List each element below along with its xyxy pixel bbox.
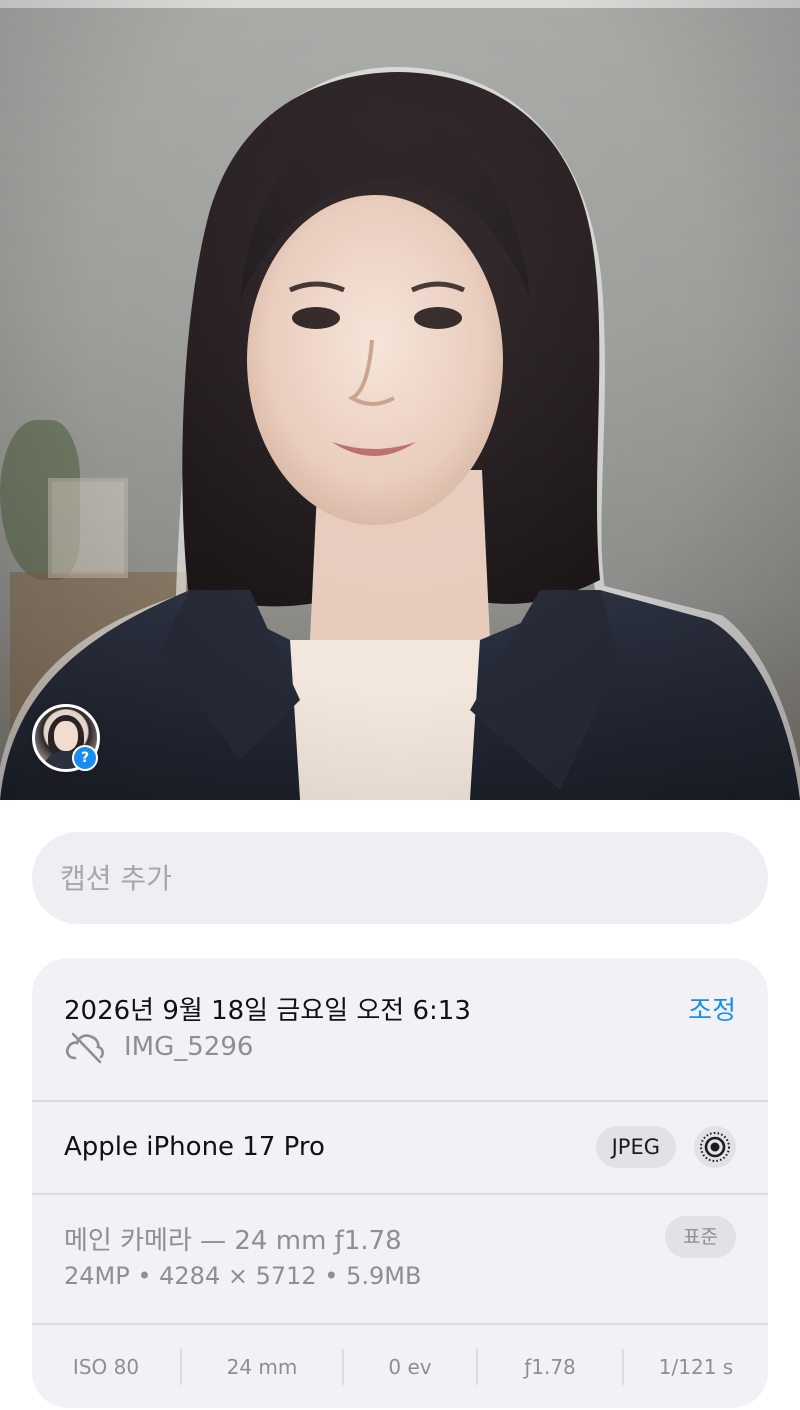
divider	[32, 1100, 768, 1102]
photo-info-card: 2026년 9월 18일 금요일 오전 6:13 조정 IMG_5296 App…	[32, 958, 768, 1408]
photographic-style-badge: 표준	[665, 1216, 736, 1258]
exif-focal-length: 24 mm	[226, 1355, 298, 1379]
photo-date: 2026년 9월 18일 금요일 오전 6:13	[64, 996, 471, 1026]
live-photo-rings	[700, 1132, 730, 1162]
unknown-person-question-badge[interactable]: ?	[72, 745, 98, 771]
photo-vignette	[0, 0, 800, 800]
cloud-slash-icon	[65, 1032, 104, 1064]
live-photo-icon[interactable]	[694, 1126, 736, 1168]
format-badge: JPEG	[595, 1126, 676, 1168]
lens-info: 메인 카메라 — 24 mm ƒ1.78	[64, 1226, 402, 1256]
image-specs: 24MP • 4284 × 5712 • 5.9MB	[64, 1262, 422, 1290]
exif-aperture: ƒ1.78	[524, 1355, 576, 1379]
divider	[32, 1193, 768, 1195]
file-name: IMG_5296	[124, 1032, 254, 1062]
caption-input[interactable]	[32, 832, 768, 924]
camera-device: Apple iPhone 17 Pro	[64, 1132, 325, 1162]
photo-image[interactable]	[0, 0, 800, 800]
adjust-button[interactable]: 조정	[688, 990, 736, 1027]
face-thumbnail	[54, 721, 78, 751]
exif-iso: ISO 80	[72, 1355, 140, 1379]
exif-row: ISO 80 24 mm 0 ev ƒ1.78 1/121 s	[32, 1326, 768, 1408]
exif-shutter-speed: 1/121 s	[658, 1355, 734, 1379]
divider	[32, 1323, 768, 1325]
exif-exposure-value: 0 ev	[388, 1355, 432, 1379]
